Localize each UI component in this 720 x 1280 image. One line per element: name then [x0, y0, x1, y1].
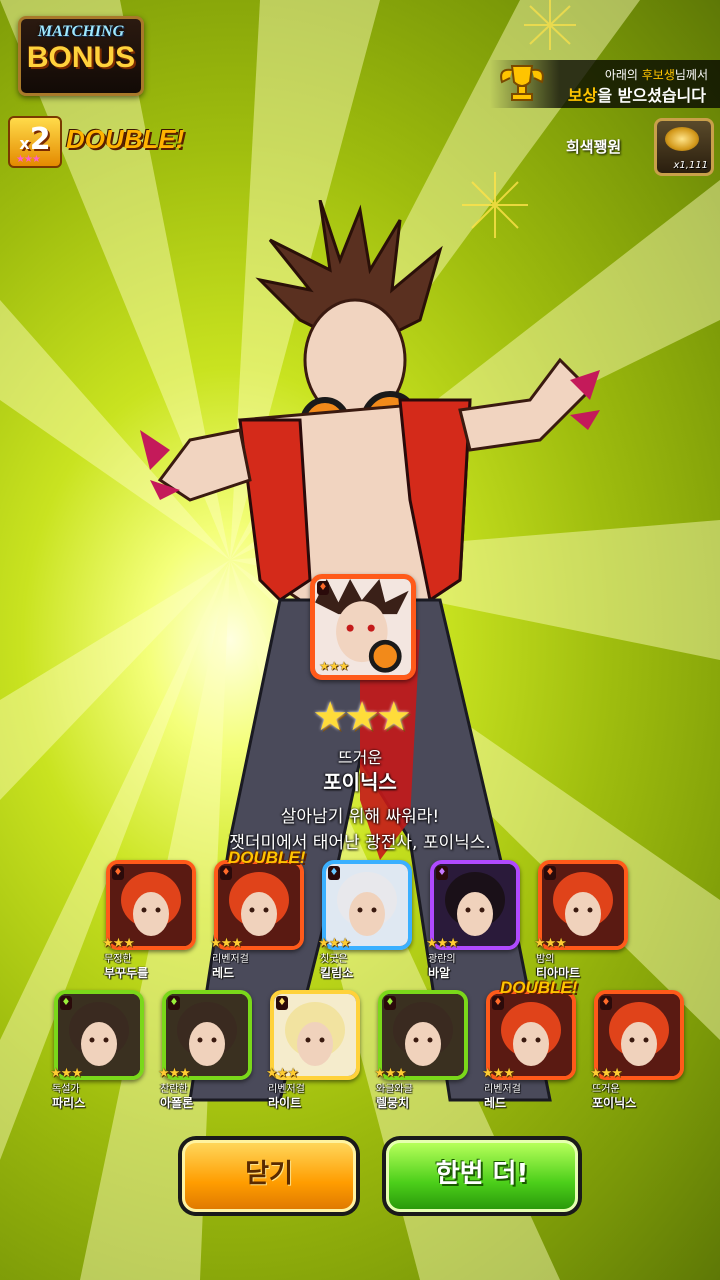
hero-stars: ★★★ [102, 936, 135, 951]
notice-line2-highlight: 보상 [567, 86, 598, 105]
hero-slot[interactable]: ♦ ★★★ 리벤저걸 레드 DOUBLE! [208, 848, 308, 1000]
multiplier-value: 2 [29, 122, 51, 157]
hero-slot[interactable]: ♦ ★★★ 찬란한 아폴론 [156, 990, 256, 1130]
element-dark-icon: ♦ [436, 866, 448, 880]
hero-slot[interactable]: ♦ ★★★ 독설가 파리스 [48, 990, 148, 1130]
double-bonus-badge: x2 ★★★ DOUBLE! [0, 112, 200, 168]
double-tag: DOUBLE! [500, 978, 578, 997]
double-label: DOUBLE! [66, 124, 185, 154]
hero-title: 뜨거운 [337, 748, 383, 767]
hero-slot-name: 렐뭉치 [376, 1096, 410, 1110]
matching-bonus-logo: MATCHING BONUS [18, 16, 144, 96]
draw-again-button[interactable]: 한번 더! [386, 1140, 578, 1212]
multiplier-stars: ★★★ [16, 154, 41, 165]
hero-slot-title: 리벤저걸 [212, 954, 249, 965]
hero-description: 잿더미에서 태어난 광전사, 포이닉스. [229, 833, 491, 853]
hero-slot[interactable]: ♦ ★★★ 무정한 부꾸두를 [100, 860, 200, 1000]
notice-line2: 보상을 받으셨습니다 [568, 82, 706, 106]
element-fire-icon: ♦ [600, 996, 612, 1010]
hero-slot-title: 밤의 [536, 954, 555, 965]
hero-slot-name: 레드 [484, 1096, 507, 1110]
hero-slot-title: 리벤저걸 [484, 1084, 521, 1095]
result-screen: MATCHING BONUS x2 ★★★ DOUBLE! 아래의 후보생님께서… [0, 0, 720, 1280]
hero-slot-name: 아폴론 [160, 1096, 194, 1110]
notice-line1-pre: 아래의 [604, 68, 642, 82]
hero-stars: ★★★ [266, 1066, 299, 1081]
gold-coin-icon [665, 127, 699, 151]
notice-line1-post: 님께서 [674, 68, 708, 82]
hero-slot[interactable]: ♦ ★★★ 칫굿은 킬림소 [316, 860, 416, 1000]
hero-slot-title: 리벤저걸 [268, 1084, 305, 1095]
hero-slot-title: 뜨거운 [592, 1084, 620, 1095]
hero-slot[interactable]: ♦ ★★★ 와글와글 렐뭉치 [372, 990, 472, 1130]
element-fire-icon: ♦ [317, 581, 329, 595]
hero-stars: ★★★ [158, 1066, 191, 1081]
trophy-icon [500, 65, 544, 101]
hero-slot[interactable]: ♦ ★★★ 리벤저걸 라이트 [264, 990, 364, 1130]
hero-stars: ★★★ [374, 1066, 407, 1081]
hero-slot-name: 포이닉스 [592, 1096, 637, 1110]
logo-line2: BONUS [26, 41, 136, 74]
double-tag: DOUBLE! [228, 848, 306, 867]
hero-stars: ★★★ [210, 936, 243, 951]
hero-slot-title: 독설가 [52, 1084, 80, 1095]
hero-slot-name: 부꾸두를 [104, 966, 149, 980]
notice-line1: 아래의 후보생님께서 [605, 66, 708, 83]
hero-slot-name: 바알 [428, 966, 451, 980]
hero-slot[interactable]: ♦ ★★★ 뜨거운 포이닉스 [588, 990, 688, 1130]
hero-stars: ★★★ [318, 936, 351, 951]
card-stars: ★★★ [319, 659, 349, 673]
hero-slot-name: 라이트 [268, 1096, 302, 1110]
element-fire-icon: ♦ [220, 866, 232, 880]
hero-name: 포이닉스 [323, 770, 397, 794]
hero-slot-title: 와글와글 [376, 1084, 413, 1095]
hero-slot-title: 찬란한 [160, 1084, 188, 1095]
hero-stars: ★★★ [482, 1066, 515, 1081]
element-wood-icon: ♦ [384, 996, 396, 1010]
element-fire-icon: ♦ [544, 866, 556, 880]
close-button[interactable]: 닫기 [182, 1140, 356, 1212]
hero-stars: ★★★ [534, 936, 567, 951]
element-fire-icon: ♦ [112, 866, 124, 880]
hero-slot-name: 파리스 [52, 1096, 86, 1110]
element-fire-icon: ♦ [492, 996, 504, 1010]
rarity-stars: ★★★ [312, 694, 412, 740]
reward-quantity: x1,111 [673, 160, 708, 171]
hero-slot-name: 레드 [212, 966, 235, 980]
hero-stars: ★★★ [426, 936, 459, 951]
notice-line2-post: 을 받으셨습니다 [597, 86, 706, 105]
firework-sparkle [524, 0, 576, 50]
hero-quote: 살아남기 위해 싸워라! [280, 807, 440, 827]
notice-line1-highlight: 후보생 [641, 68, 675, 82]
hero-slot[interactable]: ♦ ★★★ 리벤저걸 레드 DOUBLE! [480, 978, 580, 1130]
multiplier-x: x [19, 134, 30, 153]
reward-item-box: x1,111 [654, 118, 714, 176]
logo-line1: MATCHING [37, 23, 125, 40]
element-wood-icon: ♦ [168, 996, 180, 1010]
reward-name: 희색꽹원 [566, 138, 622, 156]
element-water-icon: ♦ [328, 866, 340, 880]
hero-slot-title: 무정한 [104, 954, 132, 965]
featured-portrait: ♦ ★★★ [310, 574, 416, 680]
hero-slot-title: 칫굿은 [320, 954, 348, 965]
element-wood-icon: ♦ [60, 996, 72, 1010]
featured-hero-card: ♦ ★★★ [306, 570, 416, 680]
hero-slot-title: 광란의 [428, 954, 456, 965]
element-light-icon: ♦ [276, 996, 288, 1010]
hero-stars: ★★★ [50, 1066, 83, 1081]
hero-stars: ★★★ [590, 1066, 623, 1081]
hero-slot-name: 킬림소 [320, 966, 354, 980]
